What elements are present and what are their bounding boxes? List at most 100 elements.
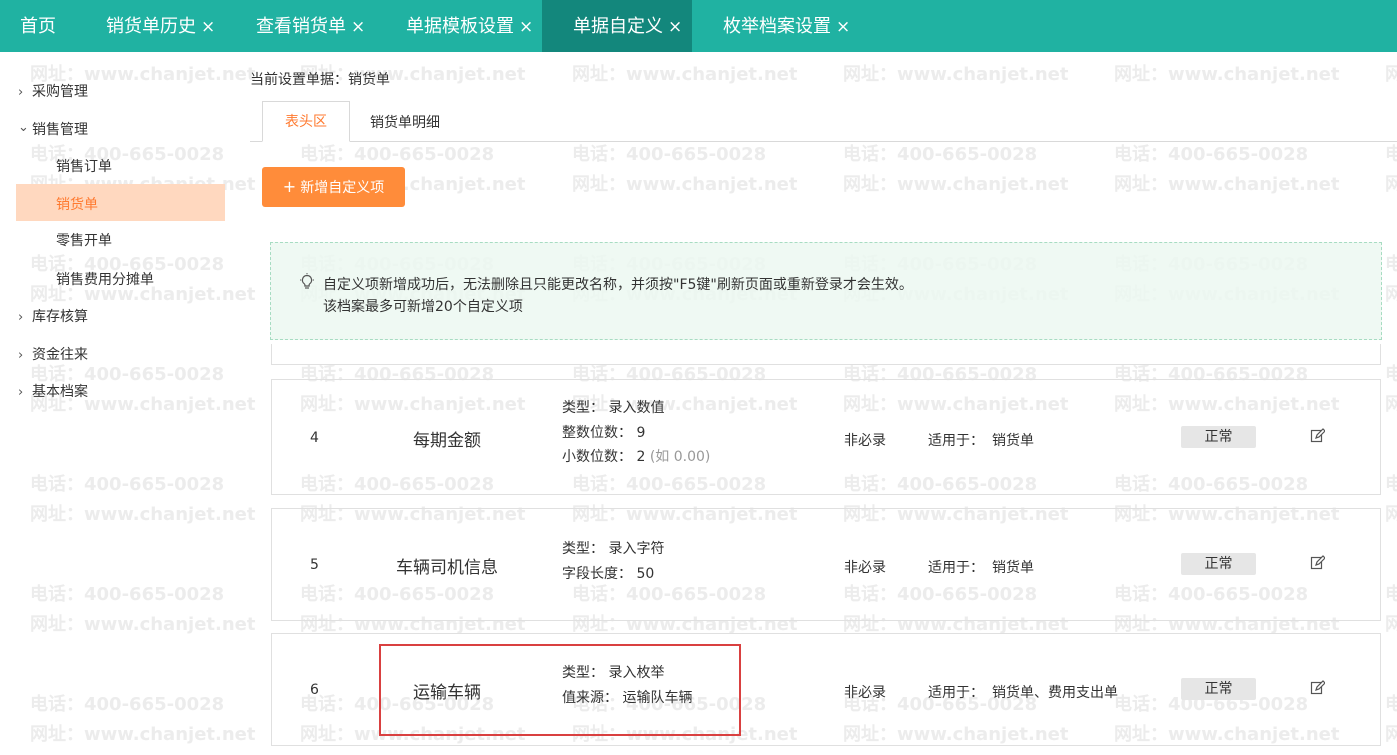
tab-label: 首页 xyxy=(20,16,56,37)
tab-enum-settings[interactable]: 枚举档案设置 × xyxy=(703,0,873,52)
sidebar-subitem-retail[interactable]: 零售开单 xyxy=(56,230,112,250)
row-apply-value: 销货单、费用支出单 xyxy=(992,685,1118,701)
detail-label: 整数位数： xyxy=(562,424,632,441)
watermark-phone: 电话：400-665-0028 xyxy=(1385,584,1397,605)
tab-label: 单据模板设置 xyxy=(406,16,514,37)
detail-label: 小数位数： xyxy=(562,449,632,465)
tab-label: 销货单历史 xyxy=(106,16,196,37)
close-icon[interactable]: × xyxy=(836,17,850,37)
watermark-site: 网址：www.chanjet.net xyxy=(843,64,1069,85)
edit-icon[interactable] xyxy=(1310,680,1326,699)
watermark-site: 网址：www.chanjet.net xyxy=(1385,614,1397,635)
close-icon[interactable]: × xyxy=(201,17,215,37)
sidebar-item-funds[interactable]: › 资金往来 xyxy=(18,344,88,364)
plus-icon: + xyxy=(282,177,297,196)
sidebar-subitem-sales-order[interactable]: 销售订单 xyxy=(56,156,112,176)
row-name: 车辆司机信息 xyxy=(396,558,498,578)
row-index: 6 xyxy=(310,682,319,698)
row-required: 非必录 xyxy=(844,560,886,576)
watermark-phone: 电话：400-665-0028 xyxy=(300,144,495,165)
tab-view-sales-doc[interactable]: 查看销货单 × xyxy=(236,0,386,52)
sidebar-item-sales[interactable]: ⌄ 销售管理 xyxy=(18,119,88,139)
row-apply-label: 适用于： xyxy=(928,560,984,576)
detail-label: 类型： xyxy=(562,665,604,681)
tab-label: 单据自定义 xyxy=(573,16,663,37)
tab-header-area[interactable]: 表头区 xyxy=(262,101,350,142)
sidebar-item-purchase[interactable]: › 采购管理 xyxy=(18,81,88,101)
edit-icon[interactable] xyxy=(1310,555,1326,574)
detail-value: 录入字符 xyxy=(608,541,665,557)
row-required: 非必录 xyxy=(844,685,886,701)
watermark-phone: 电话：400-665-0028 xyxy=(1385,364,1397,385)
row-details: 类型： 录入字符 字段长度： 50 xyxy=(562,537,664,586)
tab-doc-customize[interactable]: 单据自定义 × xyxy=(542,0,692,52)
status-badge: 正常 xyxy=(1181,553,1256,575)
sidebar-item-label: 库存核算 xyxy=(32,309,88,325)
status-badge: 正常 xyxy=(1181,426,1256,448)
watermark-site: 网址：www.chanjet.net xyxy=(1385,284,1397,305)
watermark-phone: 电话：400-665-0028 xyxy=(1385,474,1397,495)
row-apply-value: 销货单 xyxy=(992,560,1034,576)
detail-value: 运输队车辆 xyxy=(622,689,693,706)
watermark-site: 网址：www.chanjet.net xyxy=(1385,174,1397,195)
tab-template-settings[interactable]: 单据模板设置 × xyxy=(386,0,542,52)
tab-home[interactable]: 首页 xyxy=(0,0,78,52)
notice-line-2: 该档案最多可新增20个自定义项 xyxy=(323,299,523,315)
tabs-divider xyxy=(250,141,1397,142)
sidebar-item-label: 采购管理 xyxy=(32,84,88,100)
row-name: 每期金额 xyxy=(413,431,481,451)
sidebar-item-label: 基本档案 xyxy=(32,384,88,400)
sidebar-item-label: 销售管理 xyxy=(32,122,88,138)
tab-sales-detail[interactable]: 销货单明细 xyxy=(370,112,440,132)
add-button-label: 新增自定义项 xyxy=(300,180,385,196)
watermark-site: 网址：www.chanjet.net xyxy=(1385,64,1397,85)
detail-value: 9 xyxy=(636,424,646,441)
watermark-phone: 电话：400-665-0028 xyxy=(843,144,1038,165)
watermark-site: 网址：www.chanjet.net xyxy=(1114,174,1340,195)
sidebar-subitem-sales-doc[interactable]: 销货单 xyxy=(56,194,98,214)
custom-item-row: 5 车辆司机信息 类型： 录入字符 字段长度： 50 非必录 适用于： 销货单 … xyxy=(271,508,1381,621)
close-icon[interactable]: × xyxy=(519,17,533,37)
top-tab-bar: 首页 销货单历史 × 查看销货单 × 单据模板设置 × 单据自定义 × 枚举档案设置 × xyxy=(0,0,1397,52)
chevron-right-icon: › xyxy=(18,85,24,100)
sidebar-subitem-active-bg[interactable] xyxy=(16,184,225,221)
chevron-right-icon: › xyxy=(18,385,24,400)
watermark-site: 网址：www.chanjet.net xyxy=(843,174,1069,195)
sidebar-item-basic-archive[interactable]: › 基本档案 xyxy=(18,381,88,401)
row-apply-value: 销货单 xyxy=(992,433,1034,449)
watermark-site: 网址：www.chanjet.net xyxy=(1385,394,1397,415)
status-badge: 正常 xyxy=(1181,678,1256,700)
watermark-phone: 电话：400-665-0028 xyxy=(1385,694,1397,715)
custom-item-row: 6 运输车辆 类型： 录入枚举 值来源： 运输队车辆 非必录 适用于： 销货单、… xyxy=(271,633,1381,746)
watermark-phone: 电话：400-665-0028 xyxy=(572,52,766,60)
chevron-right-icon: › xyxy=(18,348,24,363)
current-doc-label: 当前设置单据：销货单 xyxy=(250,72,390,88)
detail-value: 50 xyxy=(636,565,655,582)
row-apply-label: 适用于： xyxy=(928,685,984,701)
sidebar-item-inventory[interactable]: › 库存核算 xyxy=(18,306,88,326)
row-details: 类型： 录入枚举 值来源： 运输队车辆 xyxy=(562,661,692,710)
edit-icon[interactable] xyxy=(1310,428,1326,447)
watermark-site: 网址：www.chanjet.net xyxy=(1114,64,1340,85)
detail-label: 字段长度： xyxy=(562,565,632,582)
detail-label: 值来源： xyxy=(562,689,618,706)
close-icon[interactable]: × xyxy=(668,17,682,37)
row-required: 非必录 xyxy=(844,433,886,449)
detail-label: 类型： xyxy=(562,541,604,557)
tab-label: 枚举档案设置 xyxy=(723,16,831,37)
add-custom-item-button[interactable]: + 新增自定义项 xyxy=(262,167,405,207)
sidebar-item-label: 资金往来 xyxy=(32,347,88,363)
watermark-phone: 电话：400-665-0028 xyxy=(1385,144,1397,165)
tab-sales-history[interactable]: 销货单历史 × xyxy=(86,0,236,52)
close-icon[interactable]: × xyxy=(351,17,365,37)
custom-item-row: 4 每期金额 类型： 录入数值 整数位数： 9 小数位数： 2 (如 0.00)… xyxy=(271,379,1381,495)
notice-line-1: 自定义项新增成功后，无法删除且只能更改名称，并须按"F5键"刷新页面或重新登录才… xyxy=(323,277,913,293)
chevron-down-icon: ⌄ xyxy=(18,120,29,135)
detail-hint: (如 0.00) xyxy=(649,449,711,465)
watermark-site: 网址：www.chanjet.net xyxy=(1385,724,1397,745)
sidebar-subitem-fee-allocation[interactable]: 销售费用分摊单 xyxy=(56,269,154,289)
lightbulb-icon xyxy=(299,273,315,296)
row-name: 运输车辆 xyxy=(413,683,481,703)
watermark-phone: 电话：400-665-0028 xyxy=(572,144,767,165)
watermark-site: 网址：www.chanjet.net xyxy=(572,64,798,85)
